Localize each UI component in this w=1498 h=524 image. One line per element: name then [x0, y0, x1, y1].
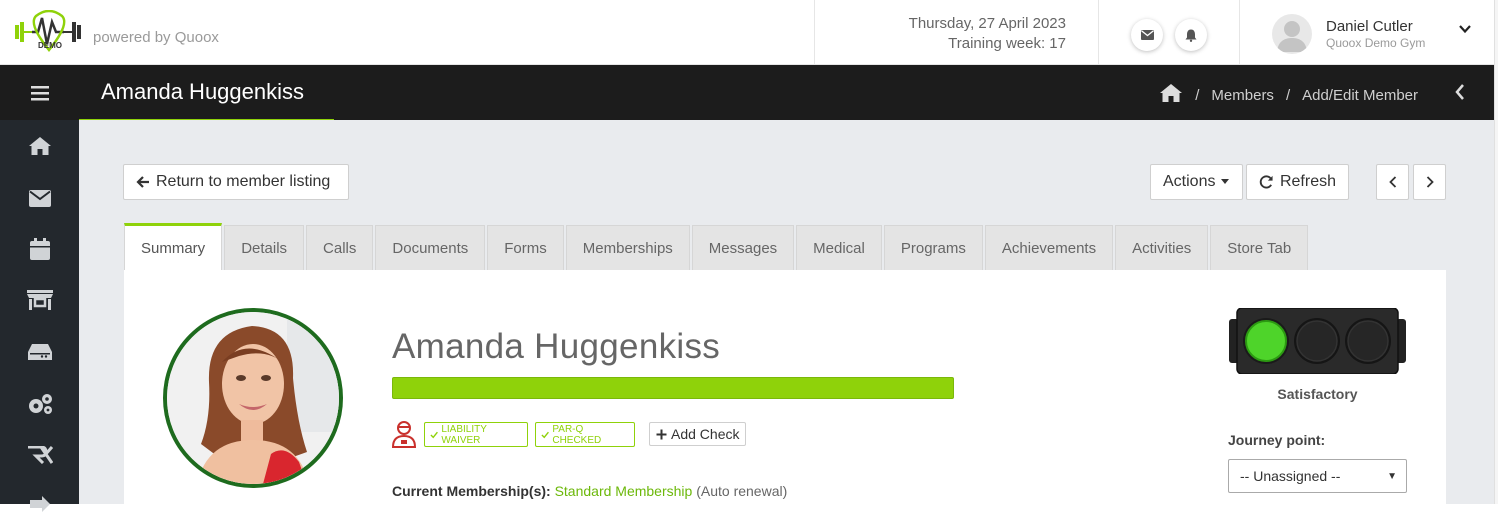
- page-header: Amanda Huggenkiss / Members / Add/Edit M…: [0, 65, 1494, 120]
- add-check-button[interactable]: Add Check: [649, 422, 747, 446]
- tab-programs[interactable]: Programs: [883, 225, 983, 270]
- user-placeholder-icon: [1277, 21, 1307, 52]
- tab-details[interactable]: Details: [224, 225, 305, 270]
- sidebar-item-rx[interactable]: [0, 435, 79, 475]
- settings-icon: [28, 394, 52, 414]
- sidebar-item-settings[interactable]: [0, 384, 79, 424]
- tab-forms[interactable]: Forms: [487, 225, 564, 270]
- liability-waiver-label: LIABILITY WAIVER: [441, 423, 487, 446]
- arrow-left-icon: [136, 176, 149, 188]
- breadcrumb: / Members / Add/Edit Member: [1159, 83, 1418, 107]
- member-status-bar: [392, 377, 954, 399]
- refresh-label: Refresh: [1279, 173, 1336, 190]
- user-gym: Quoox Demo Gym: [1326, 36, 1426, 50]
- page-title: Amanda Huggenkiss: [101, 79, 305, 104]
- caret-down-icon: [1221, 179, 1230, 184]
- parq-checked-badge: PAR-Q CHECKED: [535, 422, 635, 447]
- divider: [814, 0, 815, 64]
- status-label: Satisfactory: [1277, 386, 1358, 402]
- next-member-button[interactable]: [1413, 164, 1446, 200]
- sidebar-item-exit[interactable]: [0, 484, 79, 524]
- store-icon: [26, 290, 53, 310]
- member-portrait: [167, 312, 339, 484]
- user-name[interactable]: Daniel Cutler: [1326, 18, 1413, 35]
- refresh-icon: [1259, 175, 1273, 189]
- chevron-right-icon: [1426, 176, 1434, 188]
- powered-by-text: powered by Quoox: [93, 29, 219, 46]
- divider: [1098, 0, 1099, 64]
- tab-memberships[interactable]: Memberships: [565, 225, 690, 270]
- mail-icon: [28, 189, 51, 207]
- notifications-button[interactable]: [1175, 19, 1207, 51]
- membership-note: (Auto renewal): [696, 483, 788, 499]
- breadcrumb-members[interactable]: Members: [1211, 87, 1274, 104]
- check-icon: [430, 431, 438, 438]
- traffic-light-status: [1229, 307, 1406, 375]
- sidebar-item-drive[interactable]: [0, 332, 79, 372]
- liability-waiver-badge: LIABILITY WAIVER: [424, 422, 528, 447]
- chevron-left-icon[interactable]: [1454, 83, 1466, 106]
- calendar-icon: [29, 238, 50, 260]
- membership-label: Current Membership(s):: [392, 483, 551, 499]
- date-block: Thursday, 27 April 2023 Training week: 1…: [909, 14, 1066, 54]
- tab-activities[interactable]: Activities: [1115, 225, 1209, 270]
- drive-icon: [27, 344, 52, 360]
- user-avatar[interactable]: [1272, 14, 1312, 54]
- membership-link[interactable]: Standard Membership: [555, 483, 693, 499]
- actions-button[interactable]: Actions: [1150, 164, 1243, 200]
- divider: [1239, 0, 1240, 64]
- journey-point-value: -- Unassigned --: [1240, 468, 1341, 484]
- home-icon: [28, 137, 51, 155]
- tab-calls[interactable]: Calls: [306, 225, 374, 270]
- member-name: Amanda Huggenkiss: [392, 327, 721, 366]
- tab-messages[interactable]: Messages: [691, 225, 795, 270]
- person-check-icon[interactable]: [391, 420, 417, 453]
- logo-text: DEMO: [38, 41, 62, 50]
- page-scrollbar[interactable]: [1494, 0, 1498, 504]
- check-icon: [541, 431, 549, 438]
- refresh-button[interactable]: Refresh: [1246, 164, 1349, 200]
- journey-point-select[interactable]: -- Unassigned -- ▼: [1228, 459, 1407, 493]
- actions-label: Actions: [1163, 173, 1216, 190]
- add-check-label: Add Check: [671, 426, 740, 442]
- return-button[interactable]: Return to member listing: [123, 164, 349, 200]
- tab-documents[interactable]: Documents: [375, 225, 486, 270]
- messages-button[interactable]: [1131, 19, 1163, 51]
- breadcrumb-current: Add/Edit Member: [1302, 86, 1418, 104]
- hamburger-icon: [30, 85, 49, 100]
- bell-icon: [1185, 29, 1197, 42]
- member-tabs: Summary Details Calls Documents Forms Me…: [124, 223, 1310, 270]
- training-week: Training week: 17: [948, 35, 1066, 52]
- previous-member-button[interactable]: [1376, 164, 1409, 200]
- member-photo[interactable]: [163, 308, 343, 488]
- exit-icon: [29, 496, 50, 512]
- sidebar-item-home[interactable]: [0, 126, 79, 166]
- sidebar-item-store[interactable]: [0, 280, 79, 320]
- top-bar: DEMO powered by Quoox Thursday, 27 April…: [0, 0, 1498, 65]
- tab-medical[interactable]: Medical: [796, 225, 882, 270]
- caret-down-icon: ▼: [1387, 471, 1397, 482]
- chevron-left-icon: [1388, 176, 1396, 188]
- envelope-icon: [1140, 30, 1154, 40]
- current-date: Thursday, 27 April 2023: [908, 15, 1066, 32]
- tab-summary[interactable]: Summary: [124, 223, 223, 270]
- home-icon[interactable]: [1159, 83, 1183, 107]
- sidebar-item-calendar[interactable]: [0, 229, 79, 269]
- journey-point-label: Journey point:: [1228, 432, 1326, 448]
- current-membership: Current Membership(s): Standard Membersh…: [392, 483, 787, 499]
- tab-achievements[interactable]: Achievements: [984, 225, 1114, 270]
- rx-icon: [27, 446, 53, 464]
- sidebar: [0, 120, 79, 512]
- sidebar-item-messages[interactable]: [0, 178, 79, 218]
- plus-icon: [656, 429, 667, 439]
- parq-checked-label: PAR-Q CHECKED: [552, 423, 602, 446]
- return-label: Return to member listing: [156, 173, 331, 190]
- tab-store[interactable]: Store Tab: [1210, 225, 1309, 270]
- chevron-down-icon[interactable]: [1458, 22, 1472, 41]
- app-logo[interactable]: DEMO: [14, 9, 84, 54]
- menu-toggle-button[interactable]: [0, 65, 79, 120]
